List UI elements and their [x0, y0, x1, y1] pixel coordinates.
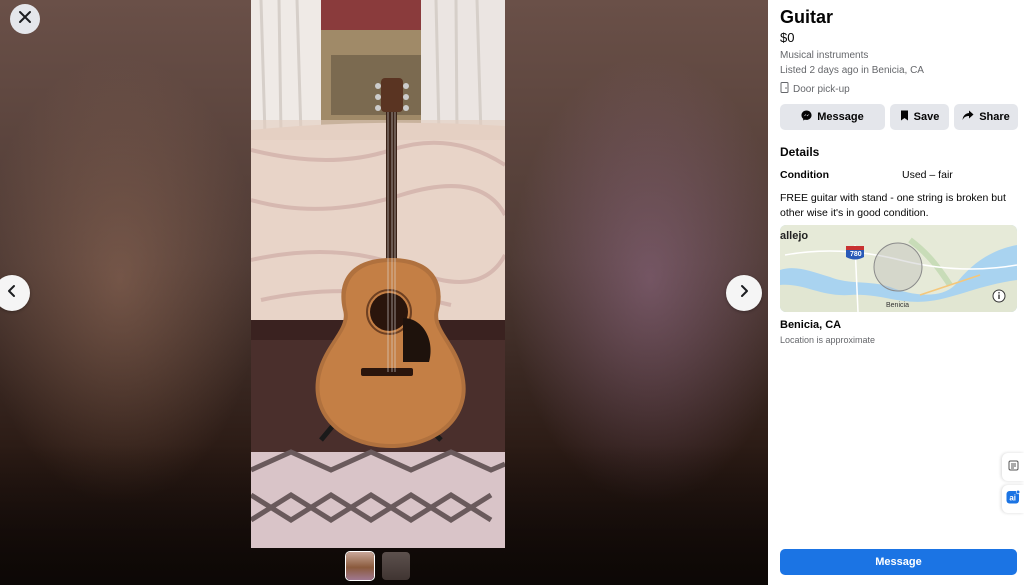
listing-photo: [251, 0, 505, 548]
bottom-message-button[interactable]: Message: [780, 549, 1017, 575]
action-buttons: Message Save Share: [780, 104, 1018, 130]
condition-label: Condition: [780, 169, 829, 181]
map-illustration: [780, 225, 1017, 312]
location-note: Location is approximate: [780, 335, 876, 345]
chevron-left-icon: [5, 284, 19, 303]
map-highway-label: 780: [850, 251, 862, 258]
messenger-icon: [801, 110, 812, 124]
thumbnail-strip: [346, 552, 410, 580]
map-town-label: Benicia: [886, 302, 909, 309]
receipt-icon: [1008, 458, 1019, 476]
ai-assistant-button[interactable]: ai: [1002, 485, 1024, 513]
condition-value: Used – fair: [902, 169, 953, 181]
listing-title: Guitar: [780, 7, 834, 27]
message-button-label: Message: [817, 111, 864, 123]
side-tool-button[interactable]: [1002, 453, 1024, 481]
thumbnail-2[interactable]: [382, 552, 410, 580]
door-icon: [780, 82, 789, 96]
close-icon: [18, 10, 32, 29]
pickup-info: Door pick-up: [780, 82, 850, 96]
save-button-label: Save: [913, 111, 940, 123]
message-button[interactable]: Message: [780, 104, 885, 130]
thumbnail-1[interactable]: [346, 552, 374, 580]
chevron-right-icon: [737, 284, 751, 303]
share-button[interactable]: Share: [954, 104, 1018, 130]
listing-category[interactable]: Musical instruments: [780, 50, 868, 61]
close-button[interactable]: [10, 4, 40, 34]
listing-details-panel: Guitar $0 Musical instruments Listed 2 d…: [768, 0, 1024, 585]
info-icon[interactable]: [993, 290, 1005, 302]
bookmark-icon: [900, 110, 909, 124]
listing-price: $0: [780, 30, 795, 45]
save-button[interactable]: Save: [890, 104, 949, 130]
next-photo-button[interactable]: [726, 275, 762, 311]
share-button-label: Share: [979, 111, 1010, 123]
photo-viewer: [0, 0, 768, 585]
details-heading: Details: [780, 145, 820, 159]
ai-icon: ai: [1006, 489, 1021, 509]
listing-date-location: Listed 2 days ago in Benicia, CA: [780, 65, 924, 76]
location-map[interactable]: allejo 780 Benicia: [780, 225, 1017, 312]
svg-text:ai: ai: [1009, 493, 1016, 502]
guitar-photo-illustration: [251, 0, 505, 548]
listing-description: FREE guitar with stand - one string is b…: [780, 192, 1006, 219]
map-city-label: allejo: [780, 230, 809, 242]
share-icon: [962, 110, 974, 124]
pickup-label: Door pick-up: [793, 83, 850, 95]
location-name: Benicia, CA: [780, 319, 842, 331]
previous-photo-button[interactable]: [0, 275, 30, 311]
